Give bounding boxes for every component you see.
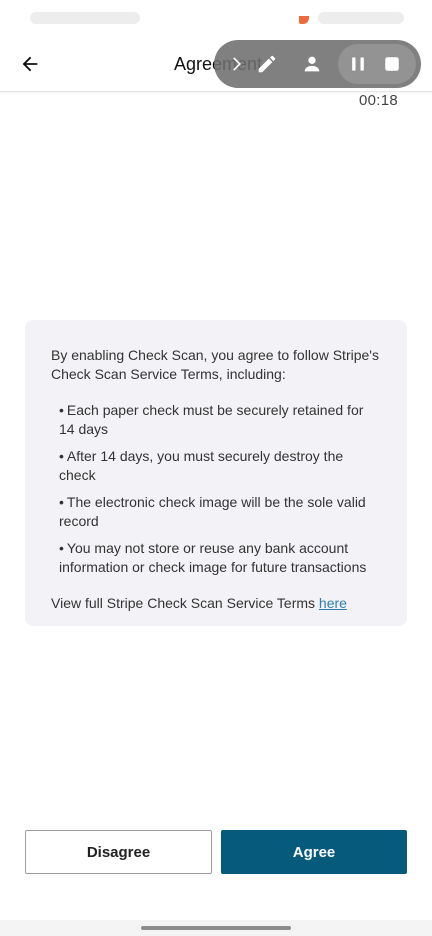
back-button[interactable] <box>14 48 46 80</box>
home-indicator[interactable] <box>141 926 291 930</box>
stop-recording-button[interactable] <box>380 52 404 76</box>
pause-icon <box>352 57 364 71</box>
expand-recorder-button[interactable] <box>224 52 248 76</box>
term-text: Each paper check must be securely retain… <box>59 402 364 437</box>
screen-recorder-overlay <box>214 40 421 88</box>
list-item: • After 14 days, you must securely destro… <box>59 447 381 485</box>
terms-footer: View full Stripe Check Scan Service Term… <box>51 594 381 613</box>
bullet: • <box>59 402 64 418</box>
recording-timer: 00:18 <box>358 92 398 109</box>
disagree-button[interactable]: Disagree <box>25 830 212 874</box>
bullet: • <box>59 448 64 464</box>
agreement-intro: By enabling Check Scan, you agree to fol… <box>51 347 379 382</box>
system-nav-bar <box>0 920 432 936</box>
list-item: • The electronic check image will be the … <box>59 493 381 531</box>
list-item: • You may not store or reuse any bank acc… <box>59 539 381 577</box>
annotate-button[interactable] <box>255 52 279 76</box>
pause-recording-button[interactable] <box>346 52 370 76</box>
notification-dot <box>299 16 309 24</box>
person-icon <box>304 56 320 72</box>
term-text: You may not store or reuse any bank acco… <box>59 540 367 575</box>
pencil-icon <box>258 55 276 73</box>
stop-icon <box>385 57 399 71</box>
agreement-card: By enabling Check Scan, you agree to fol… <box>25 320 407 626</box>
list-item: • Each paper check must be securely retai… <box>59 401 381 439</box>
agree-button[interactable]: Agree <box>221 830 407 874</box>
chevron-right-icon <box>233 57 241 71</box>
status-icons-right <box>318 12 404 24</box>
status-icons-left <box>30 12 140 24</box>
bullet: • <box>59 540 64 556</box>
arrow-left-icon <box>22 56 38 72</box>
bullet: • <box>59 494 64 510</box>
terms-link[interactable]: here <box>319 595 347 611</box>
term-text: The electronic check image will be the s… <box>59 494 366 529</box>
status-bar <box>0 0 432 36</box>
term-text: After 14 days, you must securely destroy… <box>59 448 344 483</box>
terms-footer-text: View full Stripe Check Scan Service Term… <box>51 595 316 611</box>
camera-toggle-button[interactable] <box>300 52 324 76</box>
terms-list: • Each paper check must be securely retai… <box>51 401 381 577</box>
